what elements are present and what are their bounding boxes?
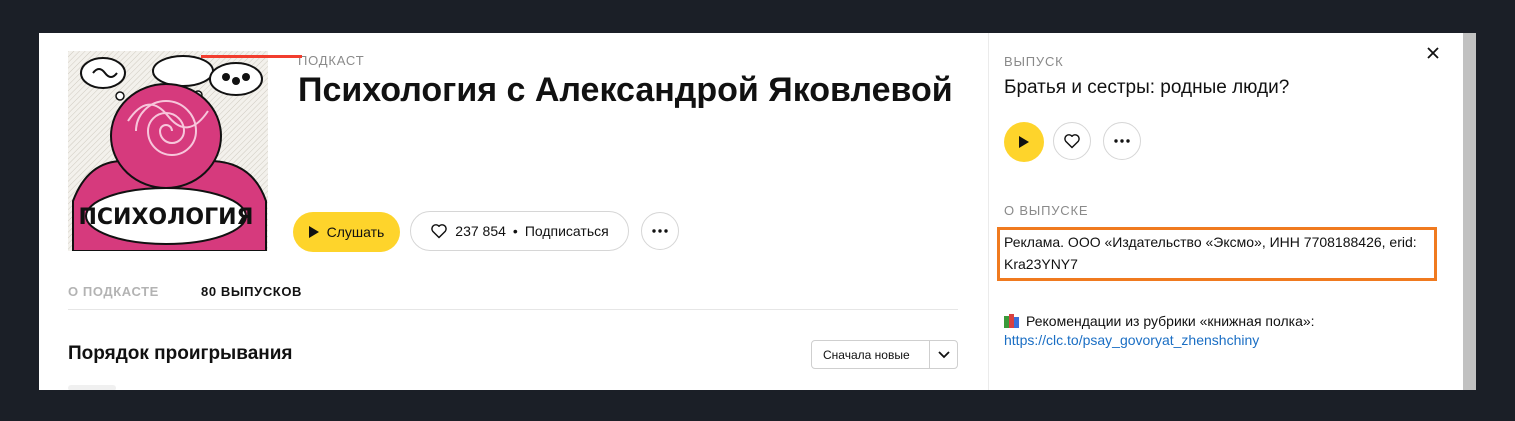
tab-about[interactable]: О ПОДКАСТЕ bbox=[68, 284, 159, 299]
episode-title: Братья и сестры: родные люди? bbox=[1004, 77, 1290, 98]
episode-like-button[interactable] bbox=[1053, 122, 1091, 160]
chevron-down-icon bbox=[937, 350, 950, 358]
likes-count: 237 854 bbox=[455, 223, 506, 239]
sort-order-select[interactable]: Сначала новые bbox=[811, 340, 958, 369]
books-emoji-icon bbox=[1004, 314, 1019, 328]
recommendation-line: Рекомендации из рубрики «книжная полка»: bbox=[1004, 313, 1315, 329]
more-dots-icon bbox=[1114, 139, 1130, 143]
podcast-page: ПСИХОЛОГИЯ ПОДКАСТ Психология с Александ… bbox=[39, 33, 1476, 390]
podcast-kicker: ПОДКАСТ bbox=[298, 53, 365, 68]
sort-order-value: Сначала новые bbox=[823, 347, 910, 362]
about-episode-kicker: О ВЫПУСКЕ bbox=[1004, 203, 1089, 218]
heart-icon bbox=[431, 224, 448, 239]
list-loading-placeholder bbox=[68, 385, 116, 390]
podcast-title: Психология с Александрой Яковлевой bbox=[298, 71, 953, 109]
listen-label: Слушать bbox=[326, 224, 385, 240]
cover-illustration: ПСИХОЛОГИЯ bbox=[68, 51, 268, 251]
episode-more-button[interactable] bbox=[1103, 122, 1141, 160]
active-tab-indicator bbox=[201, 55, 302, 58]
tabs-divider bbox=[68, 309, 958, 310]
episode-panel: ВЫПУСК Братья и сестры: родные люди? О В… bbox=[988, 33, 1476, 390]
more-options-button[interactable] bbox=[641, 212, 679, 250]
subscribe-label: Подписаться bbox=[524, 223, 609, 239]
subscribe-button[interactable]: 237 854 • Подписаться bbox=[410, 211, 629, 251]
play-order-title: Порядок проигрывания bbox=[68, 343, 293, 364]
sort-dropdown-toggle[interactable] bbox=[929, 341, 957, 368]
more-dots-icon bbox=[652, 229, 668, 233]
close-icon bbox=[1427, 47, 1439, 59]
listen-button[interactable]: Слушать bbox=[293, 212, 400, 252]
scrollbar[interactable] bbox=[1463, 33, 1476, 390]
play-icon bbox=[1019, 136, 1029, 148]
cover-lettering: ПСИХОЛОГИЯ bbox=[79, 205, 254, 230]
heart-icon bbox=[1064, 134, 1080, 149]
tab-episodes[interactable]: 80 ВЫПУСКОВ bbox=[201, 284, 302, 299]
episode-play-button[interactable] bbox=[1004, 122, 1044, 162]
separator-dot: • bbox=[512, 223, 518, 239]
recommendation-link[interactable]: https://clc.to/psay_govoryat_zhenshchiny bbox=[1004, 332, 1259, 348]
recommendation-text: Рекомендации из рубрики «книжная полка»: bbox=[1026, 313, 1315, 329]
play-icon bbox=[308, 226, 319, 238]
close-panel-button[interactable] bbox=[1419, 39, 1447, 67]
episode-description: Реклама. ООО «Издательство «Эксмо», ИНН … bbox=[1004, 234, 1417, 272]
episode-kicker: ВЫПУСК bbox=[1004, 54, 1064, 69]
podcast-cover-image: ПСИХОЛОГИЯ bbox=[68, 51, 268, 251]
